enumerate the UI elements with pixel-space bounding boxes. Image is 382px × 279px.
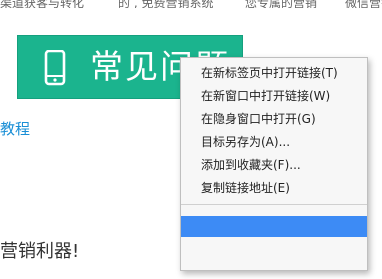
context-menu: 在新标签页中打开链接(T) 在新窗口中打开链接(W) 在隐身窗口中打开(G) 目… bbox=[180, 57, 368, 271]
menu-separator bbox=[181, 204, 367, 205]
top-fragment: 渠道获客与转化 bbox=[0, 0, 85, 8]
menu-item-open-new-window[interactable]: 在新窗口中打开链接(W) bbox=[181, 85, 367, 108]
menu-item-open-new-tab[interactable]: 在新标签页中打开链接(T) bbox=[181, 62, 367, 85]
browser-page: 渠道获客与转化 的 , 免费营销系统 您专属的营销 微信营销 常见问题 教程 营… bbox=[0, 0, 382, 279]
top-text-strip: 渠道获客与转化 的 , 免费营销系统 您专属的营销 微信营销 bbox=[0, 0, 382, 8]
menu-item-highlighted[interactable] bbox=[181, 216, 367, 237]
top-fragment: 微信营销 bbox=[345, 0, 382, 8]
menu-item-copy-link-address[interactable]: 复制链接地址(E) bbox=[181, 177, 367, 197]
menu-item-open-incognito[interactable]: 在隐身窗口中打开(G) bbox=[181, 108, 367, 131]
menu-item-add-to-favorites[interactable]: 添加到收藏夹(F)... bbox=[181, 154, 367, 177]
menu-bottom-area bbox=[181, 237, 367, 270]
marketing-heading: 营销利器! bbox=[0, 241, 80, 262]
top-fragment: 的 , 免费营销系统 bbox=[118, 0, 214, 8]
menu-item-save-target-as[interactable]: 目标另存为(A)... bbox=[181, 131, 367, 154]
tutorial-link[interactable]: 教程 bbox=[0, 118, 30, 139]
context-menu-items: 在新标签页中打开链接(T) 在新窗口中打开链接(W) 在隐身窗口中打开(G) 目… bbox=[181, 62, 367, 197]
phone-icon bbox=[44, 50, 66, 86]
top-fragment: 您专属的营销 bbox=[245, 0, 318, 8]
